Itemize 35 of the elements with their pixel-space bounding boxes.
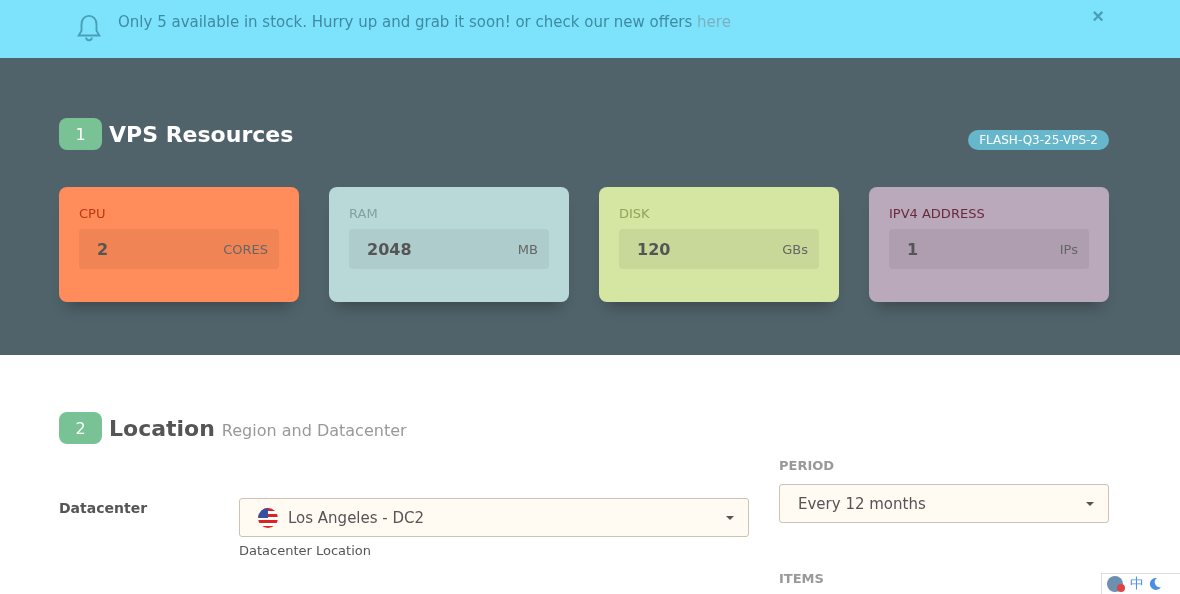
resource-value: 1 xyxy=(907,239,919,259)
notice-text: Only 5 available in stock. Hurry up and grab it soon! or check our new offers here xyxy=(118,13,731,31)
datacenter-select[interactable]: Los Angeles - DC2 xyxy=(239,498,749,537)
resource-field[interactable]: 1 IPs xyxy=(889,229,1089,269)
flag-icon xyxy=(258,507,278,528)
resource-unit: MB xyxy=(517,241,538,257)
items-label: ITEMS xyxy=(779,571,825,586)
input-mode-button[interactable]: 中 xyxy=(1130,575,1144,593)
datacenter-help-text: Datacenter Location xyxy=(239,543,372,558)
resource-field[interactable]: 2 CORES xyxy=(79,229,279,269)
caret-icon xyxy=(726,515,734,520)
moon-icon[interactable] xyxy=(1148,577,1162,591)
resource-label: CPU xyxy=(79,206,107,221)
resource-unit: IPs xyxy=(1059,241,1078,257)
step-number: 1 xyxy=(59,118,102,150)
close-button[interactable]: × xyxy=(1086,4,1110,29)
resource-label: DISK xyxy=(619,206,651,221)
resource-label: IPV4 ADDRESS xyxy=(889,206,986,221)
datacenter-label: Datacenter xyxy=(59,500,149,518)
resource-field[interactable]: 2048 MB xyxy=(349,229,549,269)
resource-value: 2048 xyxy=(367,239,412,259)
period-select[interactable]: Every 12 months xyxy=(779,484,1109,523)
resource-label: RAM xyxy=(349,206,379,221)
period-label: PERIOD xyxy=(779,458,836,473)
resource-unit: GBs xyxy=(782,241,808,257)
promo-code-badge: FLASH-Q3-25-VPS-2 xyxy=(968,130,1109,150)
resource-field[interactable]: 120 GBs xyxy=(619,229,819,269)
section-title: Location xyxy=(109,415,215,441)
resource-unit: CORES xyxy=(223,241,268,257)
section-subtitle: Region and Datacenter xyxy=(221,420,407,440)
resource-value: 120 xyxy=(637,239,671,259)
caret-icon xyxy=(1086,501,1094,506)
resource-value: 2 xyxy=(97,239,109,259)
step-number: 2 xyxy=(59,412,102,444)
section-title: VPS Resources xyxy=(109,121,294,147)
